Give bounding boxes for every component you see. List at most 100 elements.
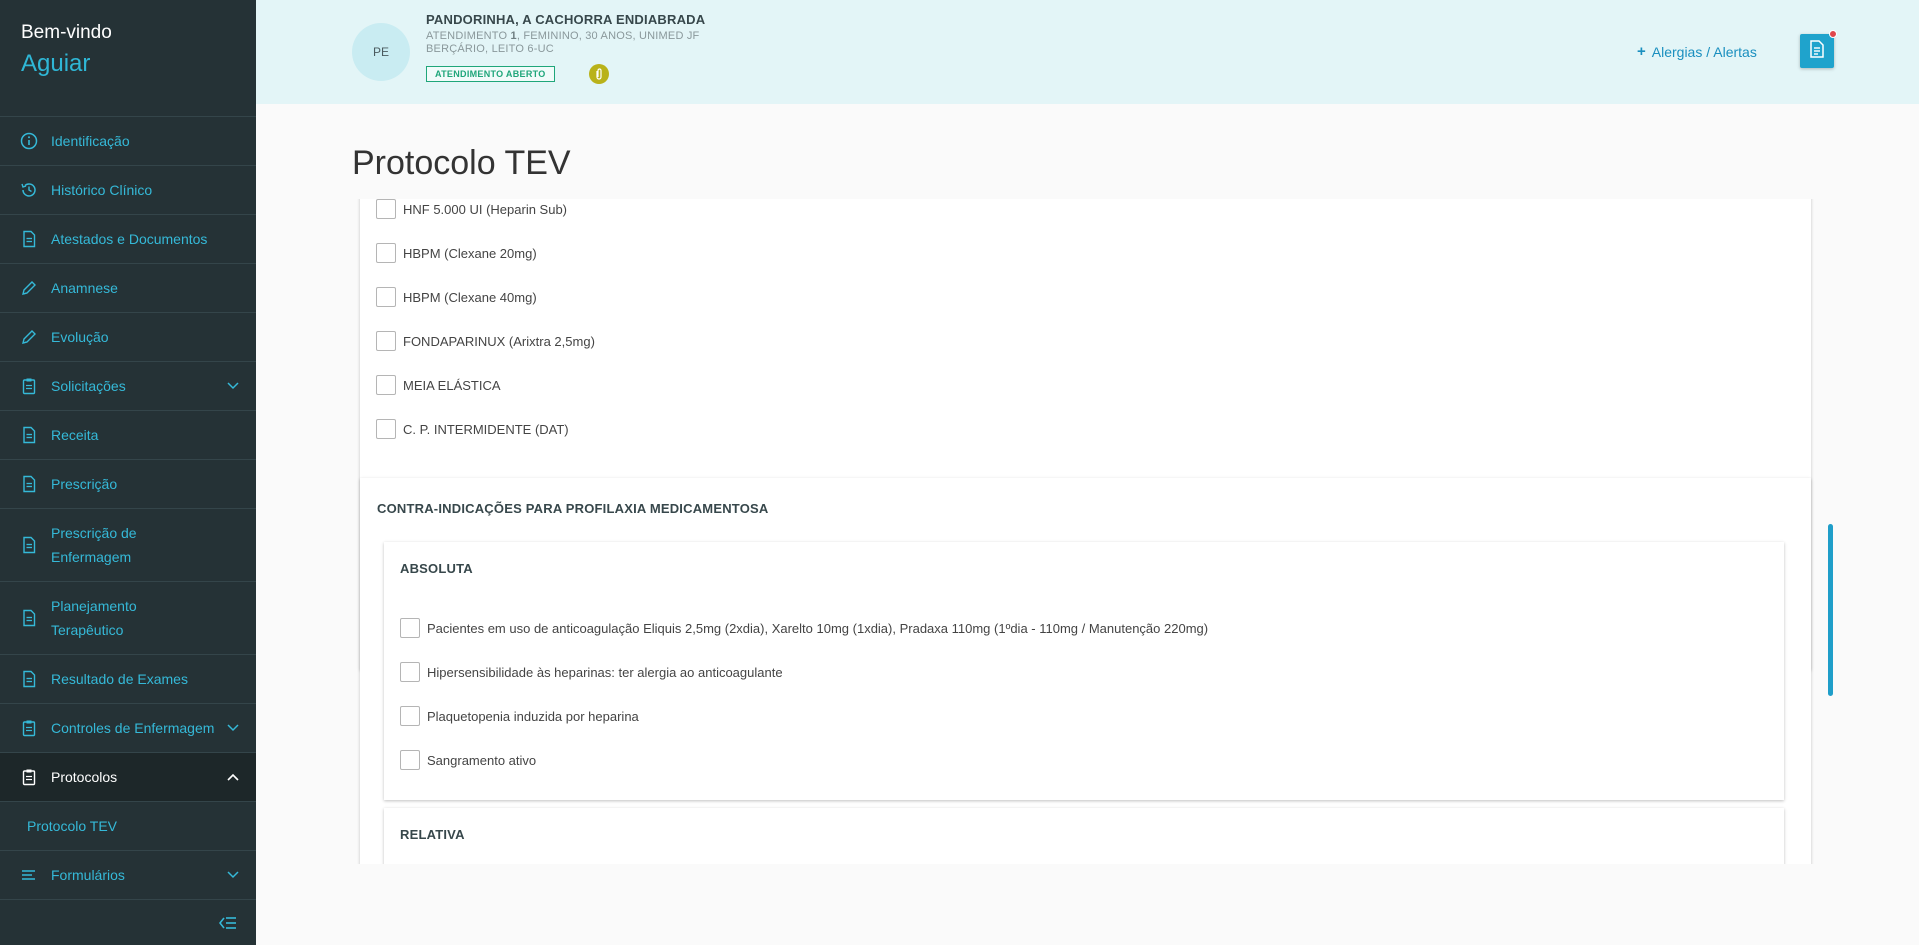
sidebar-item-identificacao[interactable]: Identificação (0, 117, 256, 166)
avatar: PE (352, 23, 410, 81)
patient-demographics: , FEMININO, 30 ANOS, UNIMED JF (516, 30, 700, 42)
checkbox-row[interactable]: Sangramento ativo (400, 750, 536, 770)
checkbox[interactable] (400, 706, 420, 726)
sidebar-item-label: Histórico Clínico (51, 182, 153, 198)
sidebar-item-label: Identificação (51, 133, 130, 149)
clipboard-icon (20, 377, 38, 395)
content-area: HNF 5.000 UI (Heparin Sub) HBPM (Clexane… (352, 199, 1837, 864)
sidebar-item-solicitacoes[interactable]: Solicitações (0, 362, 256, 411)
paperclip-icon[interactable] (588, 64, 609, 84)
checkbox-label: Pacientes em uso de anticoagulação Eliqu… (427, 620, 1209, 636)
user-name: Aguiar (21, 50, 91, 77)
sidebar-item-prescricao[interactable]: Prescrição (0, 460, 256, 509)
sidebar-item-resultado-exames[interactable]: Resultado de Exames (0, 655, 256, 704)
sidebar-item-planejamento[interactable]: Planejamento Terapêutico (0, 582, 256, 655)
checkbox[interactable] (400, 750, 420, 770)
sidebar-item-historico[interactable]: Histórico Clínico (0, 166, 256, 215)
checkbox-label: FONDAPARINUX (Arixtra 2,5mg) (403, 333, 595, 349)
checkbox[interactable] (376, 243, 396, 263)
documents-button[interactable] (1800, 30, 1837, 68)
patient-header: PE PANDORINHA, A CACHORRA ENDIABRADA ATE… (256, 0, 1919, 104)
contraindications-card: CONTRA-INDICAÇÕES PARA PROFILAXIA MEDICA… (360, 478, 1811, 864)
patient-info: PANDORINHA, A CACHORRA ENDIABRADA ATENDI… (426, 12, 705, 84)
checkbox[interactable] (400, 662, 420, 682)
sidebar-item-label: Resultado de Exames (51, 671, 188, 687)
sidebar-item-formularios[interactable]: Formulários (0, 851, 256, 900)
sidebar-item-label: Prescrição (51, 476, 118, 492)
clipboard-icon (20, 719, 38, 737)
checkbox-row[interactable]: Plaquetopenia induzida por heparina (400, 706, 639, 726)
checkbox[interactable] (400, 618, 420, 638)
subcard-title: RELATIVA (400, 827, 465, 842)
alerts-button[interactable]: + Alergias / Alertas (1637, 43, 1757, 60)
checkbox[interactable] (376, 287, 396, 307)
sidebar-item-label: Protocolos (51, 769, 118, 785)
chevron-up-icon (226, 770, 240, 784)
chevron-down-icon (226, 379, 240, 393)
sidebar: Bem-vindo Aguiar Identificação Histórico… (0, 0, 256, 945)
sidebar-item-prescricao-enfermagem[interactable]: Prescrição de Enfermagem (0, 509, 256, 582)
checkbox-row[interactable]: HBPM (Clexane 40mg) (376, 287, 537, 307)
document-icon (20, 670, 38, 688)
checkbox-label: HNF 5.000 UI (Heparin Sub) (403, 201, 568, 217)
checkbox[interactable] (376, 199, 396, 219)
checkbox-row[interactable]: FONDAPARINUX (Arixtra 2,5mg) (376, 331, 595, 351)
document-icon (20, 609, 38, 627)
checkbox-row[interactable]: HBPM (Clexane 20mg) (376, 243, 537, 263)
checkbox-row[interactable]: HNF 5.000 UI (Heparin Sub) (376, 199, 567, 219)
subcard-title: ABSOLUTA (400, 561, 473, 576)
checkbox-label: Sangramento ativo (427, 752, 537, 768)
patient-name: PANDORINHA, A CACHORRA ENDIABRADA (426, 12, 706, 27)
patient-location: BERÇÁRIO, LEITO 6-UC (426, 43, 554, 55)
history-icon (20, 181, 38, 199)
chevron-down-icon (226, 721, 240, 735)
sidebar-item-label: Prescrição de Enfermagem (51, 525, 137, 565)
document-icon (20, 475, 38, 493)
clipboard-icon (20, 768, 38, 786)
section-title: CONTRA-INDICAÇÕES PARA PROFILAXIA MEDICA… (377, 501, 769, 516)
info-icon (20, 132, 38, 150)
welcome-text: Bem-vindo (21, 22, 112, 43)
sidebar-item-evolucao[interactable]: Evolução (0, 313, 256, 362)
sidebar-item-label: Receita (51, 427, 99, 443)
checkbox[interactable] (376, 331, 396, 351)
collapse-sidebar-icon[interactable] (218, 913, 238, 933)
checkbox-label: HBPM (Clexane 20mg) (403, 245, 537, 261)
status-badge: ATENDIMENTO ABERTO (426, 66, 555, 82)
checkbox-label: C. P. INTERMIDENTE (DAT) (403, 421, 569, 437)
pencil-icon (20, 328, 38, 346)
alerts-label: Alergias / Alertas (1651, 43, 1757, 60)
sidebar-subitem-protocolo-tev[interactable]: Protocolo TEV (0, 802, 256, 851)
notification-dot (1829, 30, 1837, 38)
chevron-down-icon (226, 868, 240, 882)
sidebar-item-label: Solicitações (51, 378, 126, 394)
sidebar-item-controles-enfermagem[interactable]: Controles de Enfermagem (0, 704, 256, 753)
checkbox-label: HBPM (Clexane 40mg) (403, 289, 537, 305)
checkbox-label: Plaquetopenia induzida por heparina (427, 708, 639, 724)
checkbox-label: MEIA ELÁSTICA (403, 377, 501, 393)
absolute-card: ABSOLUTA Pacientes em uso de anticoagula… (384, 542, 1784, 800)
scrollbar[interactable] (1828, 524, 1833, 696)
sidebar-item-label: Planejamento Terapêutico (51, 598, 137, 638)
document-icon (20, 230, 38, 248)
sidebar-item-label: Atestados e Documentos (51, 231, 208, 247)
welcome-block: Bem-vindo Aguiar (0, 0, 256, 117)
sidebar-item-label: Controles de Enfermagem (51, 720, 215, 736)
sidebar-item-atestados[interactable]: Atestados e Documentos (0, 215, 256, 264)
document-icon (20, 426, 38, 444)
checkbox-row[interactable]: C. P. INTERMIDENTE (DAT) (376, 419, 569, 439)
plus-icon: + (1637, 43, 1646, 60)
checkbox-row[interactable]: Pacientes em uso de anticoagulação Eliqu… (400, 618, 1208, 638)
sidebar-item-protocolos[interactable]: Protocolos (0, 753, 256, 802)
checkbox-row[interactable]: MEIA ELÁSTICA (376, 375, 501, 395)
page-title: Protocolo TEV (352, 144, 571, 182)
checkbox[interactable] (376, 419, 396, 439)
checkbox-row[interactable]: Hipersensibilidade às heparinas: ter ale… (400, 662, 783, 682)
pencil-icon (20, 279, 38, 297)
sidebar-item-receita[interactable]: Receita (0, 411, 256, 460)
checkbox[interactable] (376, 375, 396, 395)
sidebar-item-label: Anamnese (51, 280, 118, 296)
sidebar-item-label: Evolução (51, 329, 109, 345)
sidebar-item-anamnese[interactable]: Anamnese (0, 264, 256, 313)
list-icon (20, 866, 38, 884)
